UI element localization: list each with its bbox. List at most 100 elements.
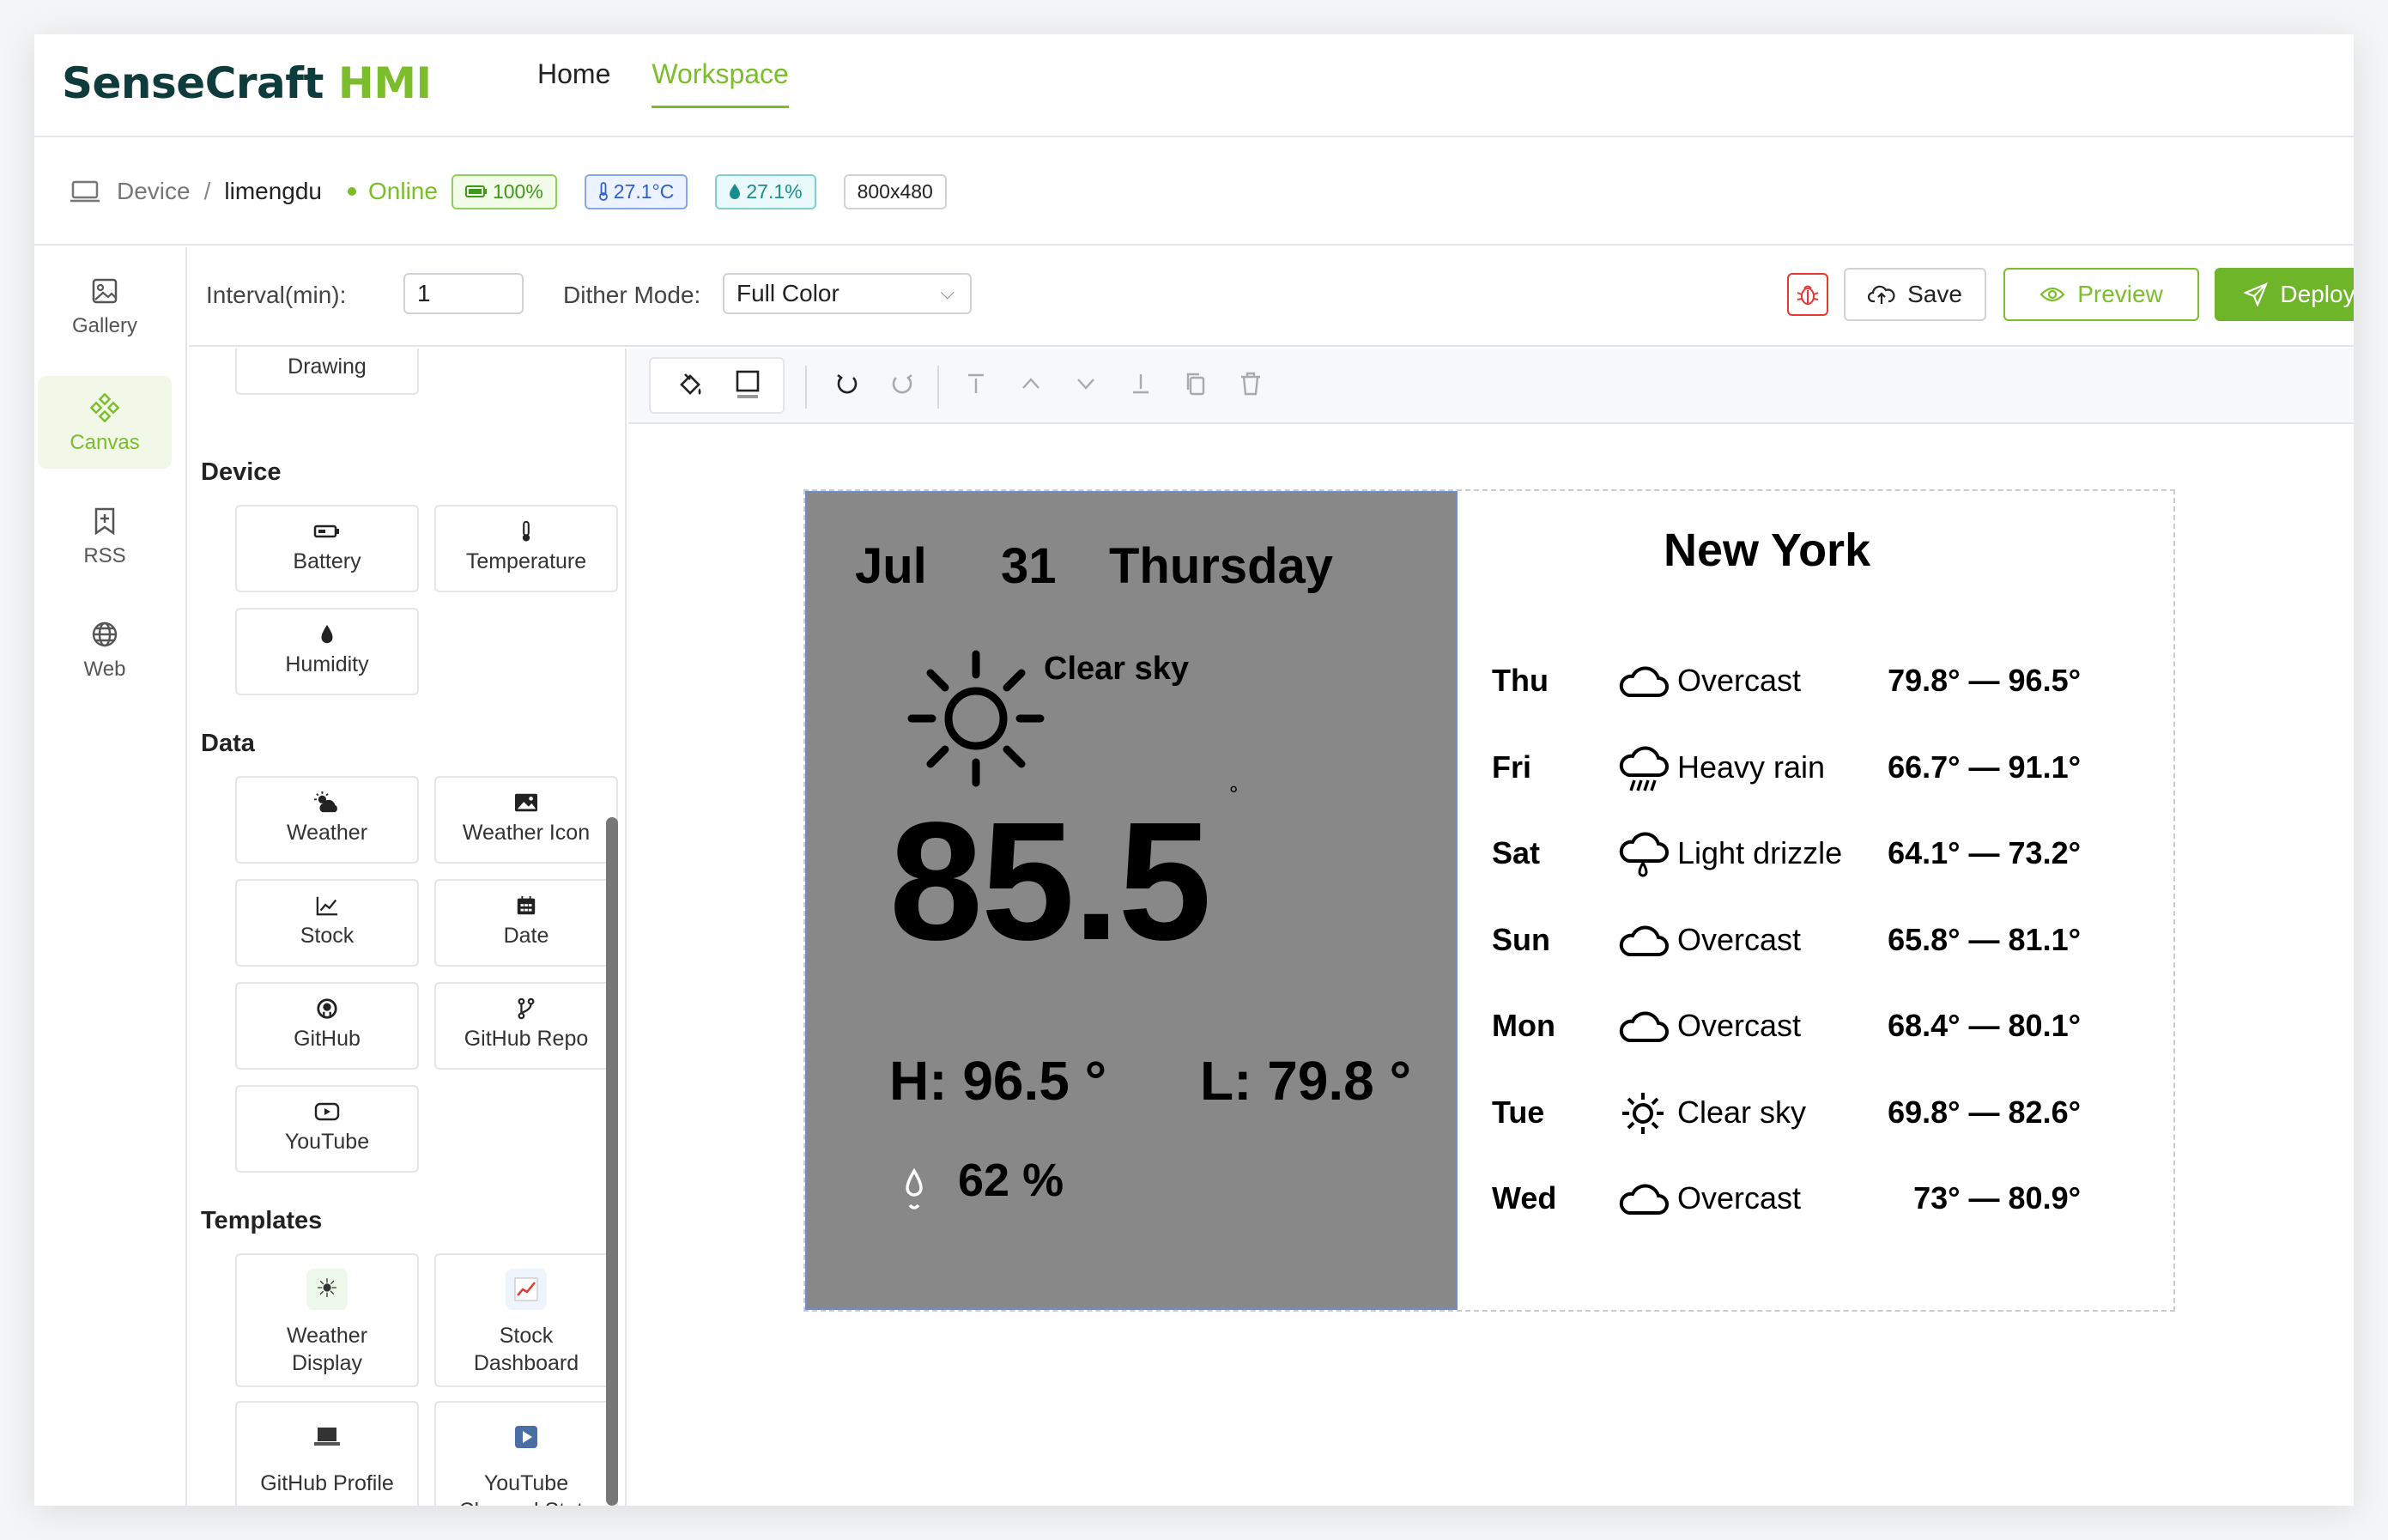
send-to-bottom-icon[interactable] [1128, 371, 1154, 397]
git-branch-icon [518, 997, 535, 1020]
forecast-range: 79.8° — 96.5° [1888, 663, 2081, 698]
preview-button[interactable]: Preview [2003, 268, 2199, 321]
interval-input[interactable]: 1 [403, 273, 524, 314]
humidity-badge: 27.1% [715, 173, 816, 209]
rail-gallery[interactable]: Gallery [38, 259, 172, 352]
city-name: New York [1664, 524, 1871, 576]
widget-weather-icon[interactable]: Weather Icon [434, 776, 618, 864]
widget-stock[interactable]: Stock [235, 879, 419, 967]
forecast-row: Thu Overcast 79.8° — 96.5° [1492, 654, 2144, 706]
template-youtube-channel-stats[interactable]: YouTube Channel Stats [434, 1401, 618, 1506]
main-nav: Home Workspace [537, 58, 789, 108]
template-weather-display[interactable]: ☀ Weather Display [235, 1253, 419, 1387]
battery-badge: 100% [451, 173, 557, 209]
bring-to-top-icon[interactable] [963, 371, 989, 397]
forecast-row: Mon Overcast 68.4° — 80.1° [1492, 999, 2144, 1051]
trash-icon[interactable] [1238, 371, 1264, 397]
move-up-icon[interactable] [1018, 371, 1044, 397]
rail-rss-label: RSS [83, 544, 126, 567]
deploy-label: Deploy [2280, 281, 2354, 307]
nav-home[interactable]: Home [537, 58, 610, 108]
nav-workspace[interactable]: Workspace [652, 58, 789, 108]
save-label: Save [1907, 281, 1962, 307]
template-github-profile[interactable]: GitHub Profile [235, 1401, 419, 1506]
section-templates: Templates [201, 1207, 323, 1234]
widget-drawing[interactable]: Drawing [235, 349, 419, 395]
cloud-icon [1619, 666, 1669, 697]
image-icon [92, 278, 118, 304]
eye-icon [2039, 287, 2065, 302]
droplet-icon [321, 624, 333, 644]
copy-icon[interactable] [1183, 371, 1209, 397]
move-down-icon[interactable] [1073, 371, 1099, 397]
laptop-icon [306, 1416, 348, 1458]
template-youtube-label-2: Channel Stats [436, 1497, 616, 1506]
current-temperature: 85.5 [889, 787, 1211, 975]
forecast-row: Wed Overcast 73° — 80.9° [1492, 1172, 2144, 1223]
rail-web-label: Web [83, 658, 126, 681]
forecast-day: Wed [1492, 1180, 1557, 1216]
widget-github-repo[interactable]: GitHub Repo [434, 982, 618, 1070]
sun-icon [907, 650, 1045, 787]
humidity-droplet-icon [906, 1167, 923, 1210]
cloud-icon [1619, 1011, 1669, 1042]
forecast-day: Thu [1492, 663, 1549, 698]
widget-battery[interactable]: Battery [235, 505, 419, 592]
rail-canvas[interactable]: Canvas [38, 376, 172, 469]
deploy-button[interactable]: Deploy [2215, 268, 2354, 321]
interval-label: Interval(min): [206, 282, 347, 308]
rail-web[interactable]: Web [38, 603, 172, 695]
forecast-row: Tue Clear sky 69.8° — 82.6° [1492, 1086, 2144, 1137]
drizzle-icon [1619, 832, 1669, 877]
status-text: Online [368, 178, 438, 204]
forecast-day: Sat [1492, 835, 1541, 870]
toolbar-divider [937, 366, 939, 409]
forecast-row: Sat Light drizzle 64.1° — 73.2° [1492, 827, 2144, 878]
thermometer-icon [598, 182, 608, 201]
widget-date[interactable]: Date [434, 879, 618, 967]
background-icon[interactable] [735, 369, 761, 400]
forecast-condition: Overcast [1677, 663, 1802, 698]
rail-rss[interactable]: RSS [38, 489, 172, 582]
send-icon [2244, 282, 2269, 306]
forecast-day: Fri [1492, 749, 1532, 785]
bookmark-add-icon [94, 507, 115, 536]
breadcrumb-device[interactable]: Device [117, 178, 191, 205]
redo-icon[interactable] [889, 371, 915, 397]
widget-temperature[interactable]: Temperature [434, 505, 618, 592]
app-window: SenseCraft HMI Home Workspace Device / l… [34, 34, 2354, 1506]
undo-icon[interactable] [834, 371, 860, 397]
humidity-percent: 62 % [958, 1155, 1064, 1206]
temperature-badge: 27.1°C [584, 173, 688, 209]
dither-label: Dither Mode: [563, 282, 701, 308]
dither-select[interactable]: Full Color ⌵ [723, 273, 972, 314]
globe-icon [92, 621, 118, 647]
widget-youtube-label: YouTube [284, 1130, 370, 1154]
panel-scrollbar[interactable] [606, 817, 618, 1506]
paint-bucket-icon[interactable] [676, 371, 706, 400]
widget-youtube[interactable]: YouTube [235, 1085, 419, 1173]
humidity-value: 27.1% [746, 179, 803, 203]
widget-weather-label: Weather [286, 821, 368, 845]
widget-panel: Drawing Device Battery Temperature Humid… [189, 349, 625, 1506]
widget-weather[interactable]: Weather [235, 776, 419, 864]
debug-button[interactable] [1787, 273, 1828, 316]
forecast-row: Sun Overcast 65.8° — 81.1° [1492, 913, 2144, 965]
forecast-row: Fri Heavy rain 66.7° — 91.1° [1492, 741, 2144, 792]
save-button[interactable]: Save [1844, 268, 1986, 321]
partly-cloudy-icon [314, 791, 337, 813]
widget-github[interactable]: GitHub [235, 982, 419, 1070]
thermometer-icon [522, 520, 530, 542]
widget-github-label: GitHub [294, 1027, 361, 1051]
logo[interactable]: SenseCraft HMI [62, 58, 432, 108]
design-canvas[interactable]: Jul 31 Thursday Clear sky 85.5 ° H: 96.5… [803, 489, 2175, 1312]
preview-label: Preview [2077, 281, 2163, 307]
weather-current-card[interactable]: Jul 31 Thursday Clear sky 85.5 ° H: 96.5… [805, 491, 1458, 1310]
droplet-icon [730, 184, 741, 199]
template-stock-dashboard[interactable]: Stock Dashboard [434, 1253, 618, 1387]
template-weather-label-2: Display [292, 1351, 362, 1375]
widget-humidity[interactable]: Humidity [235, 608, 419, 695]
device-bar: Device / limengdu Online 100% 27.1°C 27.… [34, 139, 2354, 246]
youtube-icon [314, 1102, 340, 1121]
status-online: Online [348, 178, 438, 205]
